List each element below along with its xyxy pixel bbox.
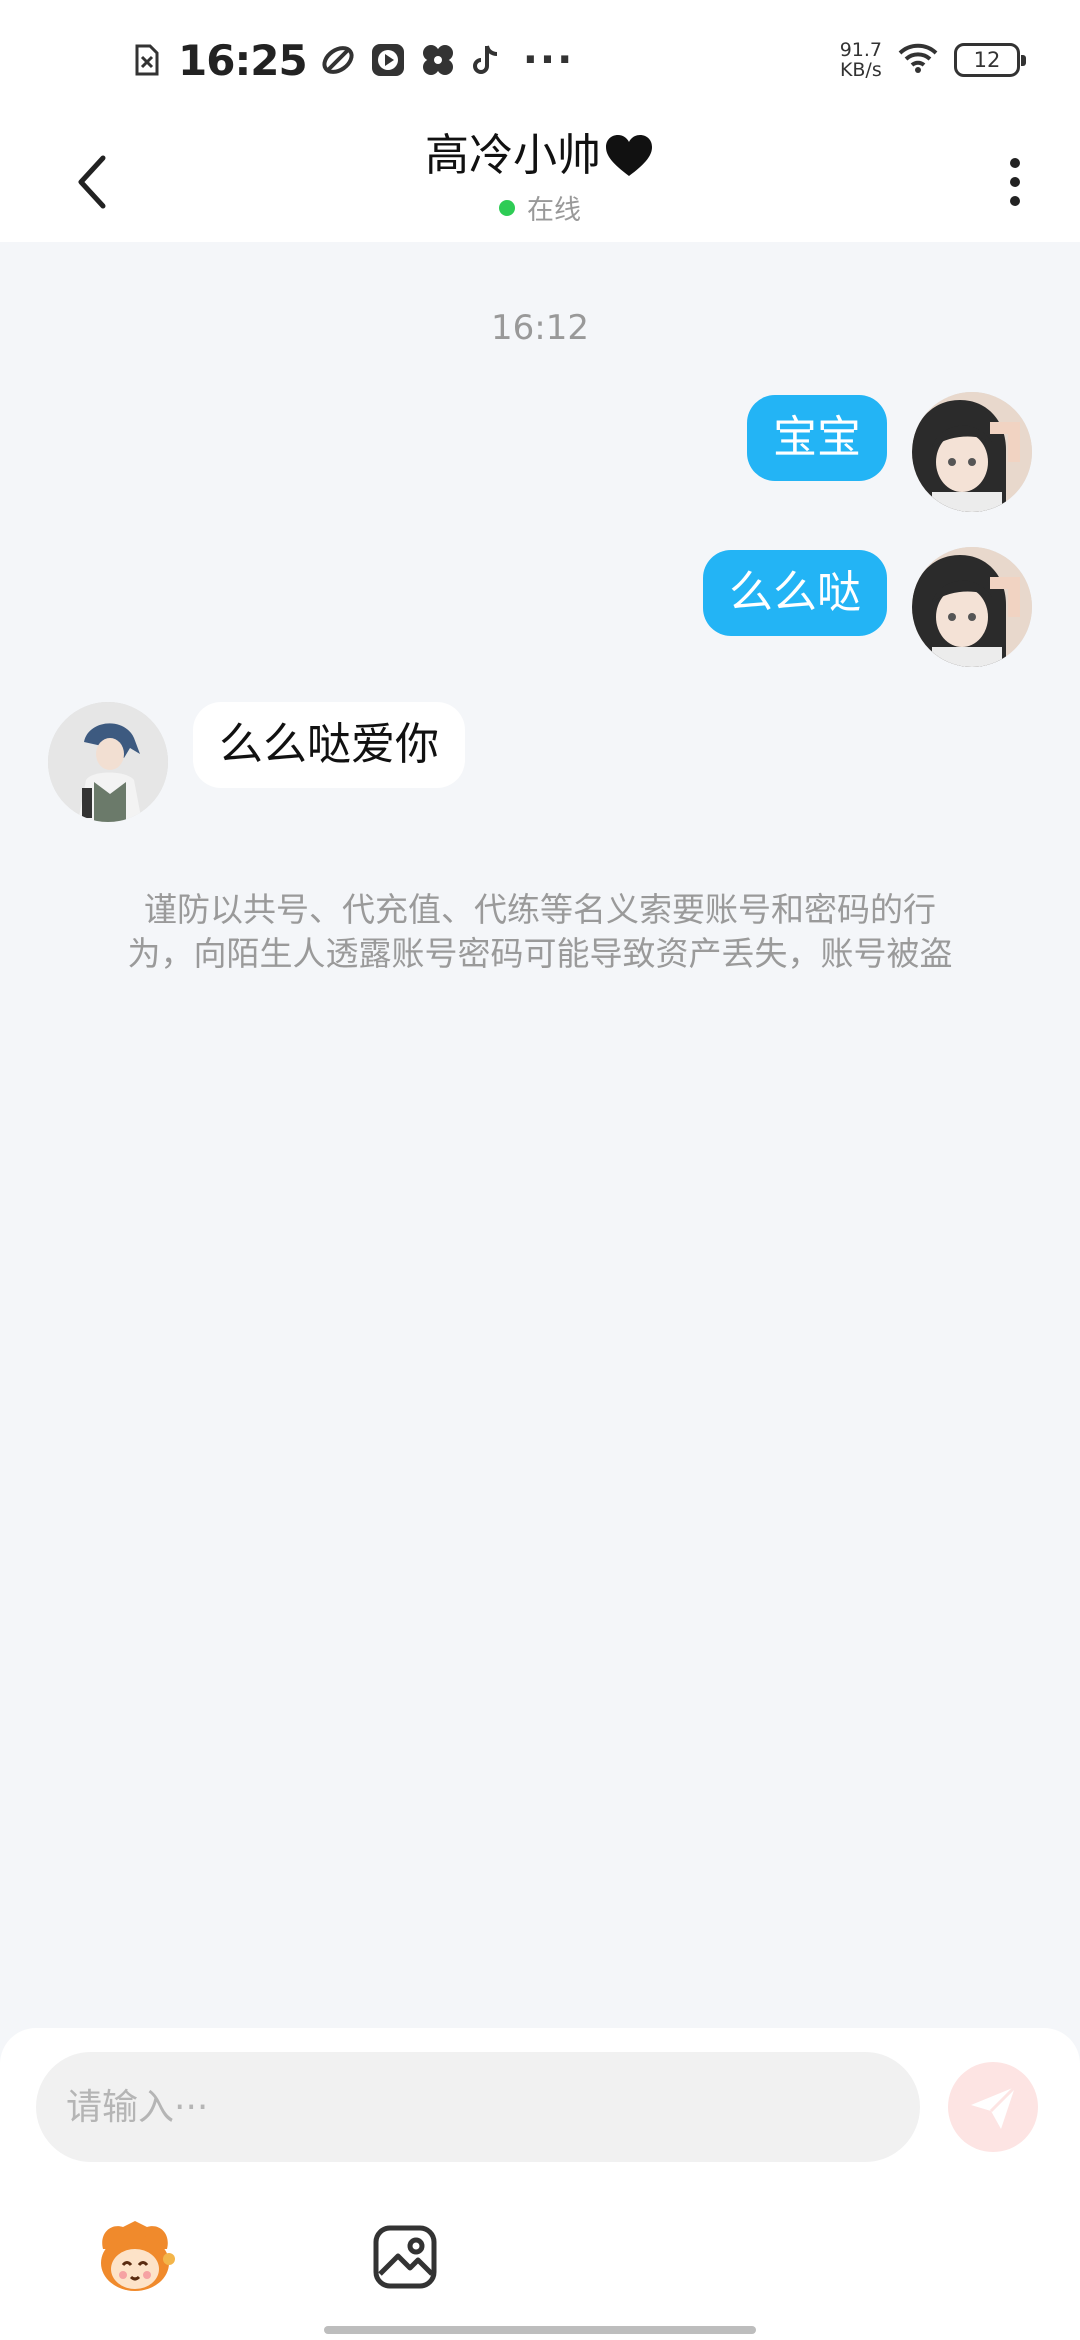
chat-area[interactable]: 16:12 宝宝 么么哒 么么哒爱你 谨防以共号、代充值、代练等名义索要账号和密…	[0, 242, 1080, 2028]
paper-plane-icon	[971, 2085, 1017, 2129]
chat-header: 高冷小帅 在线	[0, 120, 1080, 242]
anime-girl-avatar-icon	[912, 392, 1032, 512]
online-status-text: 在线	[527, 195, 581, 226]
network-speed: 91.7 KB/s	[840, 40, 882, 80]
no-sim-icon	[128, 41, 166, 79]
contact-name: 高冷小帅	[425, 124, 655, 188]
emoji-sticker-button[interactable]	[90, 2212, 180, 2302]
my-avatar[interactable]	[912, 392, 1032, 512]
message-input-panel	[0, 2028, 1080, 2340]
image-icon	[373, 2225, 437, 2289]
online-dot-icon	[499, 199, 515, 216]
mascot-emoji-icon	[101, 2221, 175, 2291]
network-speed-value: 91.7	[839, 39, 882, 61]
message-row-sent: 么么哒	[0, 547, 1080, 669]
safety-notice-line: 为，向陌生人透露账号密码可能导致资产丢失，账号被盗	[127, 934, 953, 973]
video-app-icon	[369, 41, 407, 79]
message-row-received: 么么哒爱你	[0, 702, 1080, 824]
anime-boy-avatar-icon	[48, 702, 168, 822]
tiktok-icon	[469, 41, 507, 79]
anime-girl-avatar-icon	[912, 547, 1032, 667]
more-options-button[interactable]	[990, 140, 1040, 224]
battery-icon: 12	[954, 43, 1026, 77]
leaf-app-icon	[319, 41, 357, 79]
status-bar-right: 91.7 KB/s 12	[840, 36, 1026, 84]
sent-message-bubble[interactable]: 么么哒	[703, 550, 887, 636]
safety-notice-line: 谨防以共号、代充值、代练等名义索要账号和密码的行	[144, 890, 936, 929]
contact-avatar[interactable]	[48, 702, 168, 822]
more-dot-icon	[1010, 177, 1020, 187]
wifi-icon	[898, 42, 938, 78]
network-speed-unit: KB/s	[839, 59, 882, 81]
black-heart-icon	[606, 135, 652, 176]
send-button[interactable]	[948, 2062, 1038, 2152]
message-input[interactable]	[36, 2052, 920, 2162]
more-notifications-icon: ···	[522, 37, 575, 83]
status-bar: 16:25 ··· 91.7 KB/s 12	[0, 0, 1080, 120]
message-timestamp: 16:12	[491, 308, 589, 348]
battery-level: 12	[973, 48, 1001, 72]
more-dot-icon	[1010, 196, 1020, 206]
sent-message-bubble[interactable]: 宝宝	[747, 395, 887, 481]
contact-name-text: 高冷小帅	[425, 130, 601, 181]
home-indicator[interactable]	[324, 2326, 756, 2334]
message-row-sent: 宝宝	[0, 392, 1080, 514]
image-picker-button[interactable]	[360, 2212, 450, 2302]
status-time: 16:25	[178, 35, 308, 85]
header-title-group: 高冷小帅 在线	[0, 124, 1080, 227]
my-avatar[interactable]	[912, 547, 1032, 667]
status-bar-left: 16:25 ···	[128, 28, 574, 92]
more-dot-icon	[1010, 158, 1020, 168]
online-status: 在线	[0, 188, 1080, 227]
received-message-bubble[interactable]: 么么哒爱你	[193, 702, 465, 788]
safety-notice: 谨防以共号、代充值、代练等名义索要账号和密码的行 为，向陌生人透露账号密码可能导…	[80, 888, 1000, 976]
fan-app-icon	[419, 41, 457, 79]
